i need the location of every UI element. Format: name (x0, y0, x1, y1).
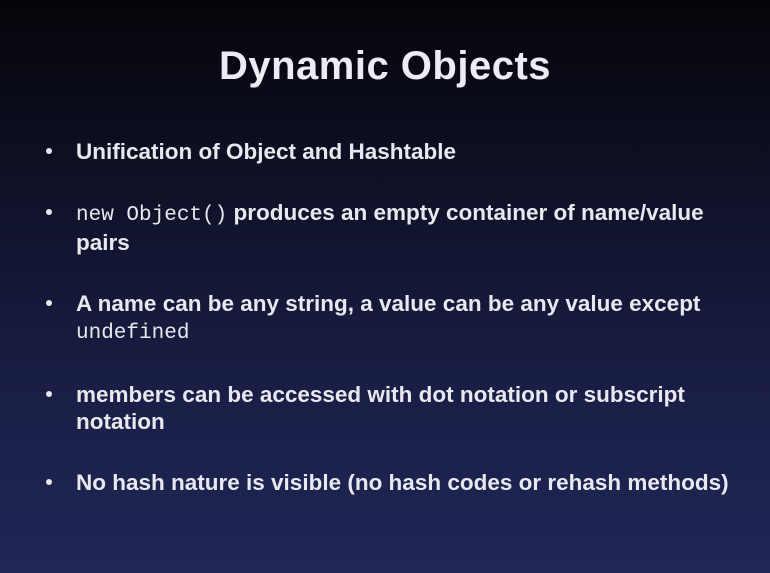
bullet-code: new Object() (76, 204, 228, 227)
bullet-text: Unification of Object and Hashtable (76, 139, 457, 164)
bullet-text: No hash nature is visible (no hash codes… (76, 470, 729, 495)
bullet-item: Unification of Object and Hashtable (38, 138, 738, 165)
bullet-dot-icon (46, 479, 52, 485)
bullet-dot-icon (46, 391, 52, 397)
bullet-item: No hash nature is visible (no hash codes… (38, 469, 738, 496)
slide: Dynamic Objects Unification of Object an… (0, 0, 770, 573)
bullet-item: new Object() produces an empty container… (38, 199, 738, 256)
bullet-text: members can be accessed with dot notatio… (76, 382, 685, 434)
bullet-dot-icon (46, 300, 52, 306)
bullet-text: A name can be any string, a value can be… (76, 291, 701, 316)
bullet-dot-icon (46, 209, 52, 215)
bullet-item: members can be accessed with dot notatio… (38, 381, 738, 435)
slide-title: Dynamic Objects (218, 44, 552, 88)
bullet-dot-icon (46, 148, 52, 154)
bullet-code: undefined (76, 322, 190, 345)
bullet-list: Unification of Object and Hashtable new … (38, 138, 738, 530)
bullet-item: A name can be any string, a value can be… (38, 290, 738, 347)
